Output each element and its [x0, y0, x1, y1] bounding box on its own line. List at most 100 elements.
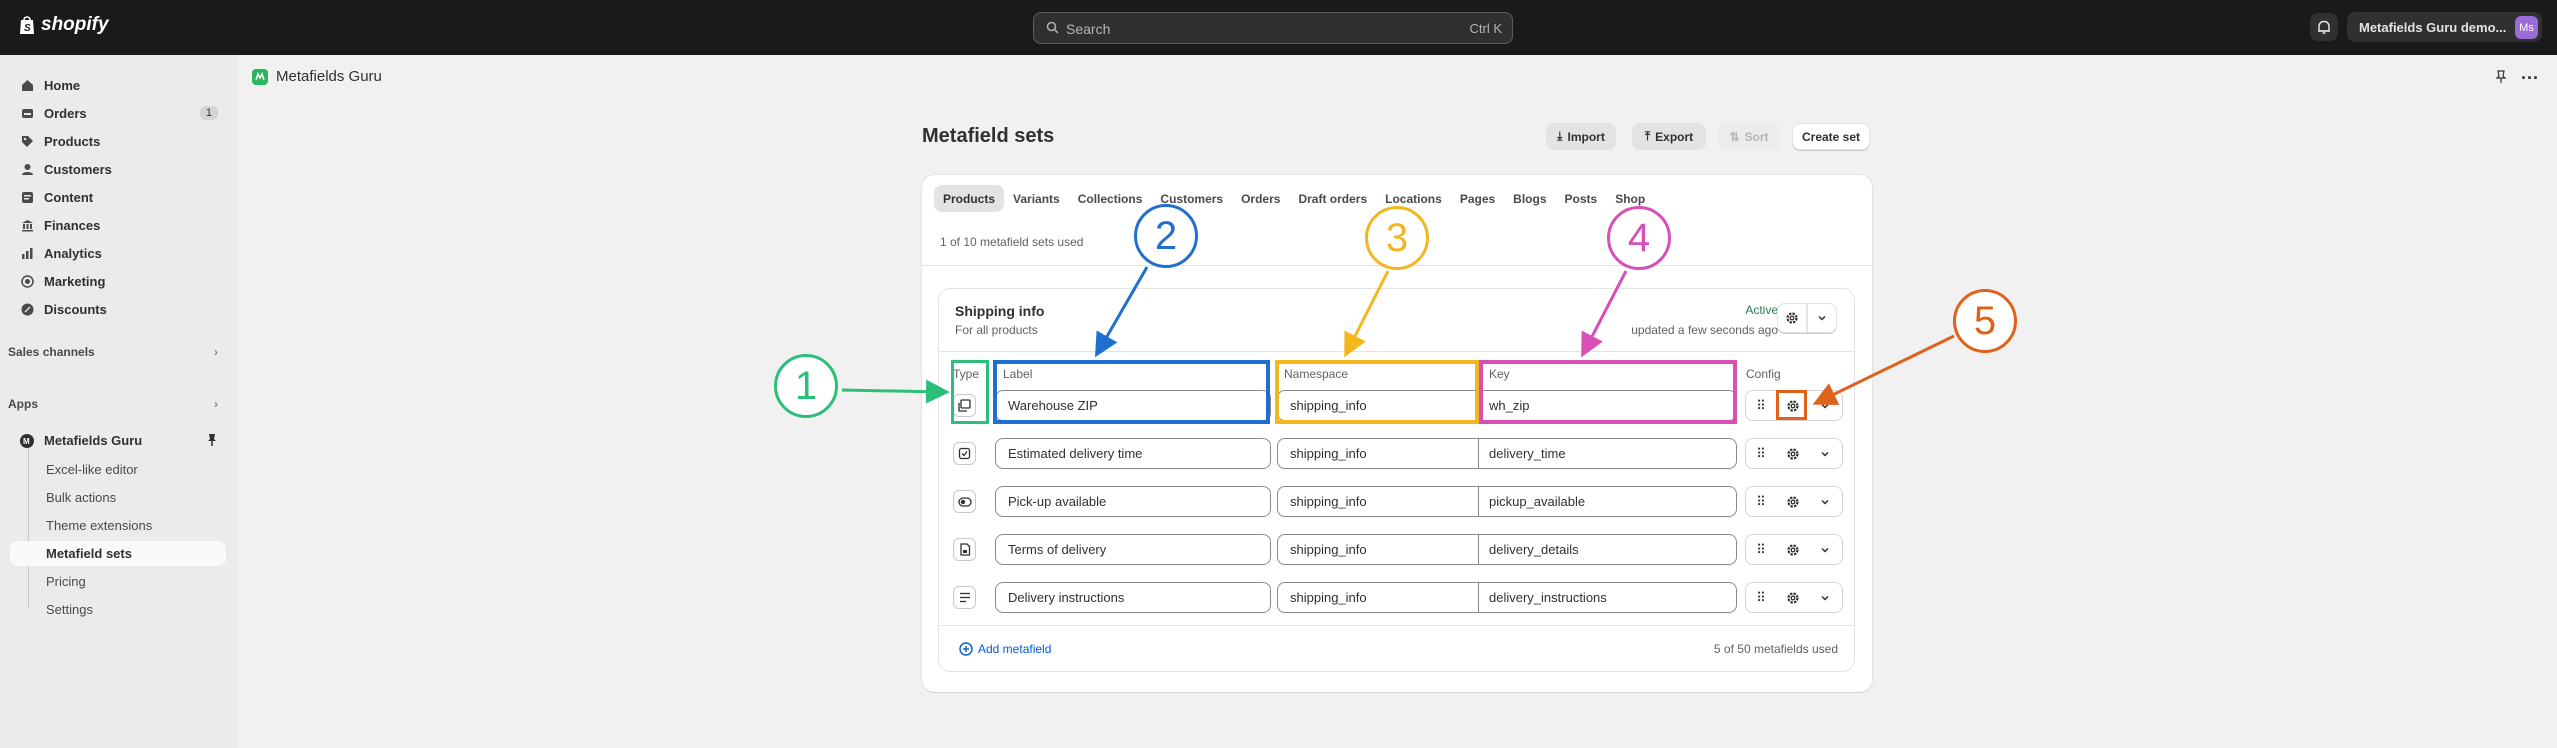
annotation-number-2: 2	[1134, 204, 1198, 268]
namespace-input[interactable]: shipping_info	[1277, 582, 1479, 613]
sidebar-item-discounts[interactable]: Discounts	[10, 297, 226, 322]
namespace-input[interactable]: shipping_info	[1277, 534, 1479, 565]
drag-handle-icon[interactable]: ⠿	[1745, 582, 1777, 613]
sidebar-subitem-theme-extensions[interactable]: Theme extensions	[46, 518, 152, 533]
search-input[interactable]: Search Ctrl K	[1033, 12, 1513, 44]
metafield-set-panel: Shipping info For all products Active up…	[938, 288, 1855, 672]
sidebar-item-orders[interactable]: Orders 1	[10, 101, 226, 126]
store-menu-button[interactable]: Metafields Guru demo... Ms	[2347, 12, 2542, 42]
sidebar-subitem-pricing[interactable]: Pricing	[46, 574, 86, 589]
column-header-key: Key	[1489, 367, 1510, 381]
add-metafield-button[interactable]: Add metafield	[959, 642, 1051, 656]
pin-icon[interactable]	[2495, 70, 2507, 87]
tab-collections[interactable]: Collections	[1069, 185, 1152, 212]
chevron-down-icon[interactable]	[1809, 390, 1841, 421]
sidebar-item-label: Home	[44, 78, 81, 93]
create-set-button[interactable]: Create set	[1792, 123, 1870, 150]
sidebar-item-marketing[interactable]: Marketing	[10, 269, 226, 294]
status-badge: Active	[1745, 303, 1778, 317]
gear-icon[interactable]	[1777, 534, 1809, 565]
multiline-type-icon[interactable]	[953, 586, 976, 609]
key-input[interactable]: delivery_details	[1478, 534, 1737, 565]
label-input[interactable]: Estimated delivery time	[995, 438, 1271, 469]
svg-text:M: M	[23, 437, 30, 446]
sidebar-item-finances[interactable]: Finances	[10, 213, 226, 238]
tab-posts[interactable]: Posts	[1556, 185, 1607, 212]
label-input[interactable]: Warehouse ZIP	[995, 390, 1271, 421]
sidebar-subitem-excel-editor[interactable]: Excel-like editor	[46, 462, 138, 477]
label-input[interactable]: Delivery instructions	[995, 582, 1271, 613]
sidebar-subitem-metafield-sets[interactable]: Metafield sets	[46, 546, 132, 561]
namespace-input[interactable]: shipping_info	[1277, 438, 1479, 469]
chevron-down-icon[interactable]	[1809, 582, 1841, 613]
sidebar-subitem-bulk-actions[interactable]: Bulk actions	[46, 490, 116, 505]
toggle-type-icon[interactable]	[953, 490, 976, 513]
tab-pages[interactable]: Pages	[1451, 185, 1504, 212]
footer-divider	[939, 625, 1854, 626]
column-header-config: Config	[1746, 367, 1781, 381]
text-type-icon[interactable]	[953, 394, 976, 417]
more-actions-icon[interactable]: ···	[2521, 68, 2539, 89]
tab-blogs[interactable]: Blogs	[1504, 185, 1555, 212]
chevron-down-icon[interactable]	[1809, 534, 1841, 565]
drag-handle-icon[interactable]: ⠿	[1745, 438, 1777, 469]
import-button[interactable]: ⤓ Import	[1546, 123, 1616, 150]
key-input[interactable]: delivery_instructions	[1478, 582, 1737, 613]
sets-usage-text: 1 of 10 metafield sets used	[940, 235, 1084, 249]
sidebar-subitem-settings[interactable]: Settings	[46, 602, 93, 617]
page-title: Metafield sets	[922, 125, 1055, 147]
set-expand-button[interactable]	[1807, 303, 1837, 333]
tab-orders[interactable]: Orders	[1232, 185, 1289, 212]
chevron-down-icon	[1818, 315, 1826, 321]
key-input[interactable]: delivery_time	[1478, 438, 1737, 469]
drag-handle-icon[interactable]: ⠿	[1745, 486, 1777, 517]
gear-icon[interactable]	[1777, 486, 1809, 517]
gear-icon[interactable]	[1777, 582, 1809, 613]
namespace-input[interactable]: shipping_info	[1277, 390, 1479, 421]
sidebar-item-label: Metafields Guru	[44, 433, 143, 448]
shopify-logo[interactable]: S shopify	[18, 14, 109, 36]
chevron-down-icon[interactable]	[1809, 438, 1841, 469]
sidebar-item-content[interactable]: Content	[10, 185, 226, 210]
sidebar-item-home[interactable]: Home	[10, 73, 226, 98]
sales-channels-section[interactable]: Sales channels ›	[8, 345, 218, 359]
annotation-number-5: 5	[1953, 289, 2017, 353]
orders-count-badge: 1	[199, 106, 218, 120]
label-input[interactable]: Pick-up available	[995, 486, 1271, 517]
set-settings-button[interactable]	[1777, 303, 1807, 333]
key-input[interactable]: wh_zip	[1478, 390, 1737, 421]
checkbox-type-icon[interactable]	[953, 442, 976, 465]
create-set-label: Create set	[1801, 129, 1861, 144]
tab-draft-orders[interactable]: Draft orders	[1289, 185, 1376, 212]
bank-icon	[20, 219, 34, 233]
config-controls: ⠿	[1745, 438, 1843, 469]
plus-circle-icon	[959, 642, 973, 656]
pin-icon[interactable]	[206, 433, 218, 450]
drag-handle-icon[interactable]: ⠿	[1745, 534, 1777, 565]
namespace-input[interactable]: shipping_info	[1277, 486, 1479, 517]
sidebar-item-metafields-guru[interactable]: M Metafields Guru	[10, 428, 226, 453]
sales-channels-label: Sales channels	[8, 345, 95, 359]
content-icon	[20, 191, 34, 205]
app-header: Metafields Guru	[252, 68, 382, 85]
apps-label: Apps	[8, 397, 38, 411]
gear-icon[interactable]	[1777, 438, 1809, 469]
sidebar-item-customers[interactable]: Customers	[10, 157, 226, 182]
apps-section[interactable]: Apps ›	[8, 397, 218, 411]
sidebar-item-label: Marketing	[44, 274, 106, 289]
chevron-down-icon[interactable]	[1809, 486, 1841, 517]
notifications-button[interactable]	[2310, 13, 2338, 41]
key-input[interactable]: pickup_available	[1478, 486, 1737, 517]
sort-button[interactable]: ⇅ Sort	[1718, 123, 1780, 150]
gear-icon[interactable]	[1777, 390, 1809, 421]
tab-variants[interactable]: Variants	[1004, 185, 1069, 212]
sidebar-item-products[interactable]: Products	[10, 129, 226, 154]
file-type-icon[interactable]	[953, 538, 976, 561]
sidebar-item-analytics[interactable]: Analytics	[10, 241, 226, 266]
label-input[interactable]: Terms of delivery	[995, 534, 1271, 565]
config-controls: ⠿	[1745, 534, 1843, 565]
tab-products[interactable]: Products	[934, 185, 1005, 212]
drag-handle-icon[interactable]: ⠿	[1745, 390, 1777, 421]
target-icon	[20, 275, 34, 289]
export-button[interactable]: ⤒ Export	[1632, 123, 1706, 150]
